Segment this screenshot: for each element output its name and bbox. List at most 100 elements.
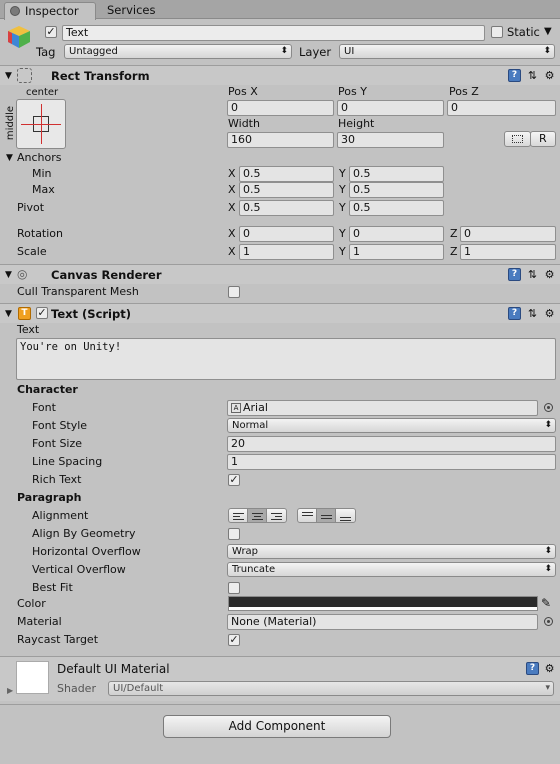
rotation-y-field[interactable]: 0 [349,226,444,242]
font-style-value: Normal [232,420,269,431]
settings-gear-icon[interactable]: ⚙ [543,307,556,320]
align-geometry-checkbox[interactable] [228,528,240,540]
tab-inspector[interactable]: Inspector [4,2,96,20]
anchor-preset-h-label: center [26,87,59,98]
pos-y-field[interactable]: 0 [337,100,444,116]
pivot-x-field[interactable]: 0.5 [239,200,334,216]
preset-icon[interactable]: ⇅ [526,69,539,82]
anchor-max-y-field[interactable]: 0.5 [349,182,444,198]
help-icon[interactable]: ? [508,69,521,82]
font-label: Font [32,401,56,414]
pos-z-field[interactable]: 0 [447,100,556,116]
object-picker-icon[interactable] [544,617,553,626]
pos-x-field[interactable]: 0 [227,100,334,116]
canvas-renderer-icon: ◎ [17,267,28,281]
font-asset-icon: A [231,403,241,413]
preset-icon[interactable]: ⇅ [526,307,539,320]
tab-services[interactable]: Services [100,2,170,19]
align-middle-icon[interactable] [317,509,336,522]
font-field[interactable]: A Arial [227,400,538,416]
tab-inspector-label: Inspector [25,4,79,18]
help-icon[interactable]: ? [508,268,521,281]
add-component-button[interactable]: Add Component [163,715,391,738]
align-right-icon[interactable] [267,509,286,522]
font-value: Arial [243,401,268,414]
help-icon[interactable]: ? [526,662,539,675]
font-size-field[interactable]: 20 [227,436,556,452]
anchor-max-label: Max [32,183,55,196]
color-field[interactable] [228,596,538,611]
font-style-dropdown[interactable]: Normal ⬍ [227,418,556,433]
foldout-arrow-icon[interactable]: ▶ [7,684,13,698]
blueprint-icon [512,135,523,143]
scale-x-field[interactable]: 1 [239,244,334,260]
rect-transform-header[interactable]: ▼ Rect Transform ? ⇅ ⚙ [0,65,560,85]
pos-x-label: Pos X [228,85,258,98]
settings-gear-icon[interactable]: ⚙ [543,69,556,82]
rotation-z-field[interactable]: 0 [460,226,556,242]
align-geometry-label: Align By Geometry [32,527,136,540]
rich-text-checkbox[interactable]: ✓ [228,474,240,486]
tag-dropdown[interactable]: Untagged ⬍ [64,44,292,59]
align-center-icon[interactable] [248,509,267,522]
layer-label: Layer [299,45,332,59]
text-enabled-checkbox[interactable]: ✓ [36,307,48,319]
axis-y-label: Y [339,227,346,240]
static-checkbox[interactable] [491,26,503,38]
anchor-min-x-field[interactable]: 0.5 [239,166,334,182]
scale-z-field[interactable]: 1 [460,244,556,260]
rect-transform-title: Rect Transform [51,69,150,83]
static-dropdown-arrow-icon[interactable]: ▼ [544,25,552,39]
dropdown-arrow-icon: ⬍ [544,546,552,556]
scale-y-field[interactable]: 1 [349,244,444,260]
help-icon[interactable]: ? [508,307,521,320]
dropdown-arrow-icon: ⬍ [543,46,551,56]
preset-icon[interactable]: ⇅ [526,268,539,281]
cull-transparent-checkbox[interactable] [228,286,240,298]
tag-value: Untagged [69,46,118,57]
vertical-alignment-group [297,508,356,523]
raycast-target-label: Raycast Target [17,633,99,646]
eyedropper-icon[interactable]: ✎ [541,596,551,610]
foldout-arrow-icon[interactable]: ▼ [6,151,13,165]
layer-dropdown[interactable]: UI ⬍ [339,44,555,59]
pivot-y-field[interactable]: 0.5 [349,200,444,216]
raycast-target-checkbox[interactable]: ✓ [228,634,240,646]
line-spacing-field[interactable]: 1 [227,454,556,470]
width-field[interactable]: 160 [227,132,334,148]
anchor-preset-vline [41,104,42,144]
material-field[interactable]: None (Material) [227,614,538,630]
alignment-label: Alignment [32,509,89,522]
align-top-icon[interactable] [298,509,317,522]
object-name-field[interactable]: Text [62,25,485,41]
best-fit-checkbox[interactable] [228,582,240,594]
axis-x-label: X [228,183,236,196]
text-script-header[interactable]: ▼ T ✓ Text (Script) ? ⇅ ⚙ [0,303,560,323]
align-bottom-icon[interactable] [336,509,355,522]
raw-edit-button[interactable]: R [530,131,556,147]
settings-gear-icon[interactable]: ⚙ [543,662,556,675]
axis-y-label: Y [339,167,346,180]
axis-y-label: Y [339,201,346,214]
object-picker-icon[interactable] [544,403,553,412]
height-field[interactable]: 30 [337,132,444,148]
pos-y-label: Pos Y [338,85,367,98]
layer-value: UI [344,46,355,57]
horizontal-overflow-dropdown[interactable]: Wrap ⬍ [227,544,556,559]
gameobject-cube-icon [6,24,32,50]
align-left-icon[interactable] [229,509,248,522]
anchor-preset-button[interactable] [16,99,66,149]
blueprint-mode-button[interactable] [504,131,531,147]
shader-dropdown[interactable]: UI/Default ▾ [108,681,554,696]
settings-gear-icon[interactable]: ⚙ [543,268,556,281]
vertical-overflow-dropdown[interactable]: Truncate ⬍ [227,562,556,577]
dropdown-arrow-icon: ▾ [545,683,550,693]
active-checkbox[interactable]: ✓ [45,26,57,38]
rotation-x-field[interactable]: 0 [239,226,334,242]
pos-z-label: Pos Z [449,85,479,98]
anchor-max-x-field[interactable]: 0.5 [239,182,334,198]
anchor-min-y-field[interactable]: 0.5 [349,166,444,182]
foldout-arrow-icon: ▼ [5,270,12,280]
canvas-renderer-header[interactable]: ▼ ◎ Canvas Renderer ? ⇅ ⚙ [0,264,560,284]
text-area[interactable]: You're on Unity! [16,338,556,380]
